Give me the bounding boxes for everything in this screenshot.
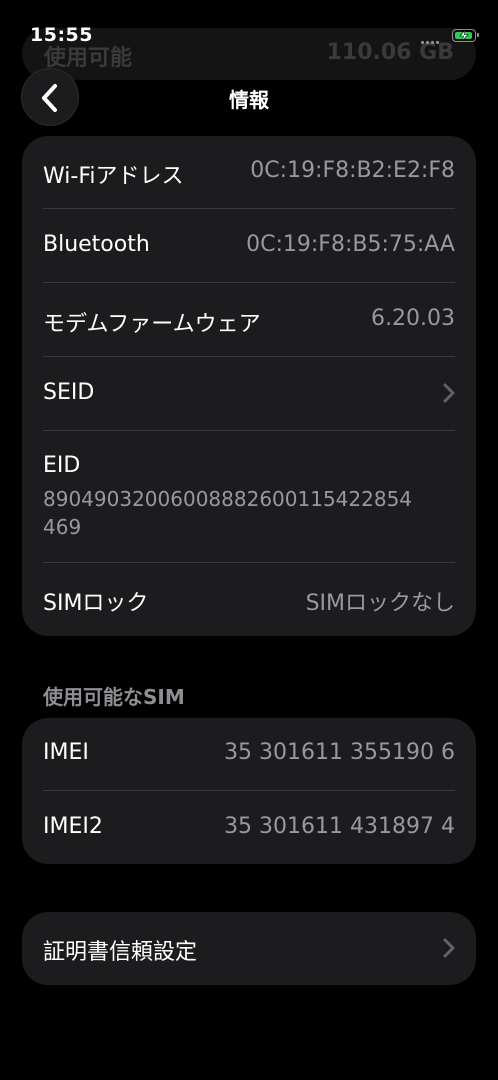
sim-lock-label: SIMロック [43, 591, 149, 616]
sim-group: IMEI 35 301611 355190 6 IMEI2 35 301611 … [22, 718, 476, 864]
seid-label: SEID [43, 380, 95, 405]
battery-charging-icon [452, 29, 479, 42]
imei-row[interactable]: IMEI 35 301611 355190 6 [43, 718, 455, 790]
imei2-row[interactable]: IMEI2 35 301611 431897 4 [43, 791, 455, 864]
status-time: 15:55 [30, 24, 93, 46]
imei-label: IMEI [43, 740, 89, 765]
page-title: 情報 [229, 88, 269, 112]
certificate-trust-group: 証明書信頼設定 [22, 912, 476, 985]
info-group: Wi-Fiアドレス 0C:19:F8:B2:E2:F8 Bluetooth 0C… [22, 136, 476, 636]
chevron-right-icon [443, 383, 455, 403]
wifi-address-value: 0C:19:F8:B2:E2:F8 [250, 158, 455, 183]
imei2-value: 35 301611 431897 4 [224, 814, 455, 839]
sim-section-header: 使用可能なSIM [43, 685, 185, 709]
bluetooth-row[interactable]: Bluetooth 0C:19:F8:B5:75:AA [43, 209, 455, 282]
status-bar: 使用可能 110.06 GB 15:55 [0, 0, 498, 80]
bluetooth-label: Bluetooth [43, 232, 150, 257]
certificate-trust-label: 証明書信頼設定 [43, 940, 198, 965]
modem-firmware-label: モデムファームウェア [43, 312, 261, 337]
eid-row[interactable]: EID 89049032006008882600115422854 469 [43, 431, 455, 562]
eid-value-line-2: 469 [43, 515, 82, 539]
eid-label: EID [43, 453, 81, 478]
modem-firmware-row[interactable]: モデムファームウェア 6.20.03 [43, 283, 455, 356]
eid-value-line-1: 89049032006008882600115422854 [43, 487, 413, 511]
imei-value: 35 301611 355190 6 [224, 740, 455, 765]
seid-row[interactable]: SEID [43, 357, 455, 430]
chevron-right-icon [443, 938, 455, 958]
modem-firmware-value: 6.20.03 [371, 306, 455, 331]
wifi-address-label: Wi-Fiアドレス [43, 164, 184, 189]
signal-dots-icon [421, 38, 443, 44]
sim-lock-row[interactable]: SIMロック SIMロックなし [43, 563, 455, 636]
bluetooth-value: 0C:19:F8:B5:75:AA [246, 232, 455, 257]
sim-lock-value: SIMロックなし [305, 591, 455, 616]
eid-value: 89049032006008882600115422854 469 [43, 485, 463, 541]
imei2-label: IMEI2 [43, 814, 103, 839]
certificate-trust-row[interactable]: 証明書信頼設定 [43, 912, 455, 985]
wifi-address-row[interactable]: Wi-Fiアドレス 0C:19:F8:B2:E2:F8 [43, 136, 455, 208]
